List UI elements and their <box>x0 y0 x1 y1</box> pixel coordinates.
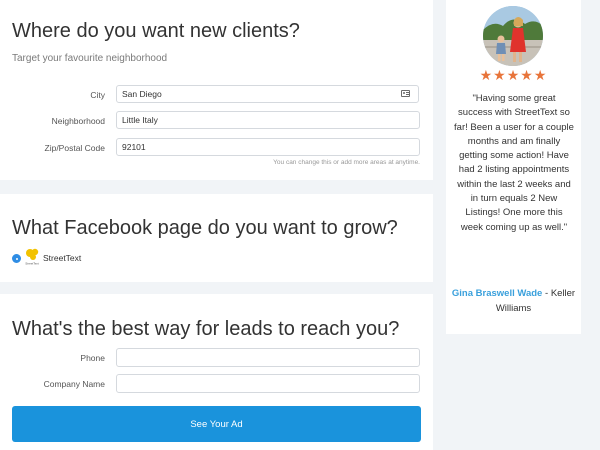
city-field[interactable]: San Diego <box>116 85 419 103</box>
zip-field[interactable]: 92101 <box>116 138 420 156</box>
zip-label: Zip/Postal Code <box>44 143 105 153</box>
facebook-card: What Facebook page do you want to grow? … <box>0 194 433 282</box>
neighborhood-label: Neighborhood <box>51 116 105 126</box>
page-name[interactable]: StreetText <box>43 253 81 263</box>
location-heading: Where do you want new clients? <box>12 20 300 42</box>
logo-caption: StreetText <box>25 262 39 266</box>
zip-value: 92101 <box>122 142 146 152</box>
testimonial-quote: "Having some great success with StreetTe… <box>454 93 574 233</box>
neighborhood-value: Little Italy <box>122 115 158 125</box>
location-subheading: Target your favourite neighborhood <box>12 53 168 64</box>
contact-card: What's the best way for leads to reach y… <box>0 294 433 450</box>
areas-hint: You can change this or add more areas at… <box>273 159 420 166</box>
phone-label: Phone <box>80 353 105 363</box>
see-your-ad-button[interactable]: See Your Ad <box>12 406 421 442</box>
author-separator: - <box>542 288 551 299</box>
neighborhood-field[interactable]: Little Italy <box>116 111 420 129</box>
city-label: City <box>90 90 105 100</box>
testimonial-card: ★★★★★ "Having some great success with St… <box>446 0 581 334</box>
company-name-input[interactable] <box>116 374 420 393</box>
streettext-logo: StreetText <box>24 248 40 266</box>
rating-stars: ★★★★★ <box>446 67 581 84</box>
page-radio-selected[interactable] <box>12 254 21 263</box>
testimonial-author: Gina Braswell Wade - Keller Williams <box>450 286 577 316</box>
contact-card-icon <box>401 90 410 97</box>
location-card: Where do you want new clients? Target yo… <box>0 0 433 180</box>
avatar <box>483 6 543 66</box>
star-icon: ★★★★★ <box>479 67 548 83</box>
city-value: San Diego <box>122 89 162 99</box>
author-name[interactable]: Gina Braswell Wade <box>452 288 542 299</box>
contact-heading: What's the best way for leads to reach y… <box>12 318 400 340</box>
facebook-heading: What Facebook page do you want to grow? <box>12 217 398 239</box>
company-name-label: Company Name <box>43 379 105 389</box>
phone-input[interactable] <box>116 348 420 367</box>
